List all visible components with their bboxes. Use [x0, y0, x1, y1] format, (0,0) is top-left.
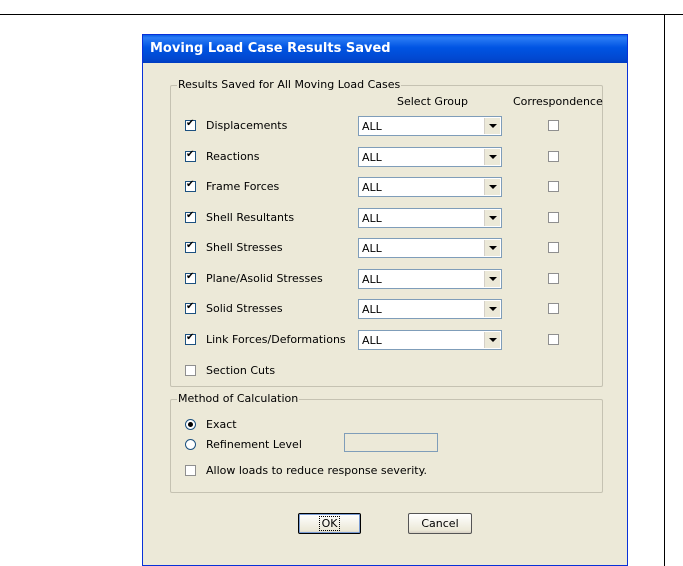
result-checkbox[interactable] [185, 118, 196, 131]
select-group-value: ALL [362, 120, 382, 133]
correspondence-checkbox[interactable] [548, 242, 559, 253]
select-group-header: Select Group [397, 95, 468, 108]
select-group-dropdown[interactable]: ALL [358, 116, 502, 136]
ok-button[interactable]: OK [298, 513, 361, 534]
correspondence-checkbox[interactable] [548, 333, 559, 345]
select-group-dropdown[interactable]: ALL [358, 177, 502, 197]
result-label: Plane/Asolid Stresses [206, 271, 323, 285]
correspondence-checkbox[interactable] [548, 150, 559, 162]
results-saved-legend: Results Saved for All Moving Load Cases [177, 78, 402, 91]
ok-button-label: OK [318, 516, 341, 531]
method-of-calculation-group: Method of Calculation Exact Refinement L… [170, 393, 603, 493]
select-group-dropdown[interactable]: ALL [358, 268, 502, 289]
result-checkbox[interactable] [185, 271, 196, 284]
allow-reduce-label: Allow loads to reduce response severity. [206, 464, 428, 477]
select-group-value: ALL [362, 333, 382, 347]
cancel-button[interactable]: Cancel [408, 513, 472, 534]
result-label: Reactions [206, 149, 260, 163]
exact-radio[interactable] [185, 419, 196, 430]
chevron-down-icon[interactable] [484, 301, 500, 317]
result-checkbox[interactable] [185, 301, 196, 314]
refinement-level-label: Refinement Level [206, 438, 302, 451]
chevron-down-icon[interactable] [484, 118, 500, 134]
correspondence-checkbox[interactable] [548, 303, 559, 314]
select-group-value: ALL [362, 150, 382, 164]
select-group-value: ALL [362, 181, 382, 194]
top-border-line [0, 14, 683, 15]
result-label: Shell Resultants [206, 210, 295, 224]
section-cuts-checkbox[interactable] [185, 365, 196, 376]
correspondence-checkbox[interactable] [548, 181, 559, 192]
result-checkbox[interactable] [185, 332, 196, 345]
result-label: Link Forces/Deformations [206, 332, 346, 346]
select-group-dropdown[interactable]: ALL [358, 329, 502, 350]
chevron-down-icon[interactable] [484, 240, 500, 256]
correspondence-checkbox[interactable] [548, 120, 559, 131]
chevron-down-icon[interactable] [484, 209, 500, 226]
right-border-line [664, 14, 665, 566]
select-group-value: ALL [362, 303, 382, 316]
chevron-down-icon[interactable] [484, 179, 500, 195]
chevron-down-icon[interactable] [484, 148, 500, 165]
dialog-title: Moving Load Case Results Saved [143, 35, 627, 63]
correspondence-checkbox[interactable] [548, 211, 559, 223]
results-saved-group: Results Saved for All Moving Load Cases … [170, 79, 603, 387]
method-legend: Method of Calculation [177, 392, 300, 405]
correspondence-header: Correspondence [513, 95, 603, 108]
select-group-dropdown[interactable]: ALL [358, 299, 502, 319]
result-checkbox[interactable] [185, 179, 196, 192]
select-group-dropdown[interactable]: ALL [358, 238, 502, 258]
chevron-down-icon[interactable] [484, 270, 500, 287]
result-label: Displacements [206, 119, 288, 132]
result-checkbox[interactable] [185, 149, 196, 162]
result-label: Frame Forces [206, 180, 280, 193]
result-checkbox[interactable] [185, 240, 196, 253]
chevron-down-icon[interactable] [484, 331, 500, 348]
select-group-value: ALL [362, 242, 382, 255]
select-group-value: ALL [362, 211, 382, 225]
moving-load-results-dialog: Moving Load Case Results Saved Results S… [142, 34, 628, 566]
select-group-dropdown[interactable]: ALL [358, 146, 502, 167]
result-checkbox[interactable] [185, 210, 196, 223]
select-group-value: ALL [362, 272, 382, 286]
result-label: Shell Stresses [206, 241, 283, 254]
refinement-level-radio[interactable] [185, 439, 196, 450]
result-label: Solid Stresses [206, 302, 283, 315]
refinement-level-input[interactable] [344, 433, 438, 452]
section-cuts-label: Section Cuts [206, 364, 276, 377]
correspondence-checkbox[interactable] [548, 272, 559, 284]
select-group-dropdown[interactable]: ALL [358, 207, 502, 228]
allow-reduce-checkbox[interactable] [185, 465, 196, 476]
exact-label: Exact [206, 418, 237, 431]
